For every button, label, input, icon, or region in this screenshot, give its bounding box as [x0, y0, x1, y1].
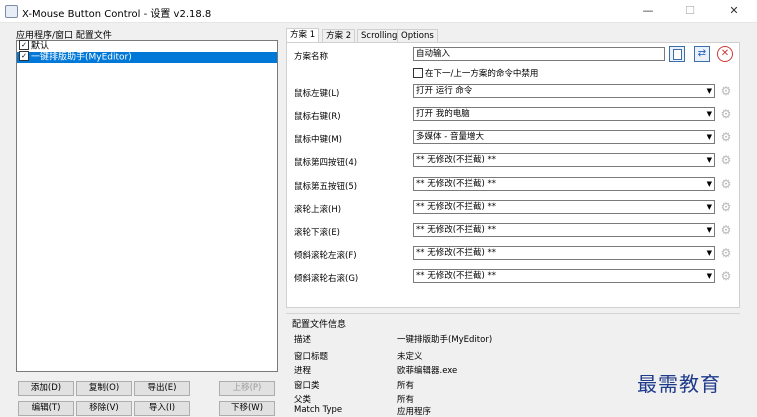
list-item-label: 默认 — [31, 41, 50, 52]
chevron-down-icon: ▼ — [706, 249, 712, 257]
gear-icon[interactable]: ⚙ — [719, 177, 733, 191]
row-label-button-5: 鼠标第五按钮(5) — [294, 182, 358, 192]
info-label-window-class: 窗口类 — [294, 381, 320, 391]
right-button-value: 打开 我的电脑 — [416, 109, 470, 119]
info-value-match-type: 应用程序 — [397, 407, 432, 417]
gear-icon[interactable]: ⚙ — [719, 223, 733, 237]
maximize-button[interactable]: ☐ — [669, 0, 711, 22]
profile-info-group — [286, 313, 740, 414]
close-button[interactable]: ✕ — [713, 0, 755, 22]
checkbox-checked-icon[interactable]: ✓ — [19, 40, 29, 50]
tilt-right-value: ** 无修改(不拦截) ** — [416, 271, 497, 281]
middle-button-value: 多媒体 - 音量增大 — [416, 132, 484, 142]
info-label-process: 进程 — [294, 366, 312, 376]
wheel-down-value: ** 无修改(不拦截) ** — [416, 225, 497, 235]
checkbox-unchecked-icon[interactable] — [413, 67, 423, 78]
right-button-select[interactable]: 打开 我的电脑 ▼ — [413, 107, 715, 121]
info-label-description: 描述 — [294, 335, 312, 345]
watermark-text: 最需教育 — [637, 372, 721, 396]
info-label-match-type: Match Type — [294, 405, 343, 415]
left-button-select[interactable]: 打开 运行 命令 ▼ — [413, 84, 715, 98]
info-value-process: 欧菲编辑器.exe — [397, 366, 458, 376]
row-label-tilt-right: 倾斜滚轮右滚(G) — [294, 274, 359, 284]
row-label-left-button: 鼠标左键(L) — [294, 89, 340, 99]
checkbox-checked-icon[interactable]: ✓ — [19, 51, 29, 61]
move-down-button[interactable]: 下移(W) — [219, 401, 275, 416]
window-title: X-Mouse Button Control - 设置 v2.18.8 — [22, 9, 212, 20]
chevron-down-icon: ▼ — [706, 226, 712, 234]
info-value-window-class: 所有 — [397, 381, 415, 391]
move-up-button[interactable]: 上移(P) — [219, 381, 275, 396]
gear-icon[interactable]: ⚙ — [719, 130, 733, 144]
copy-button[interactable]: 复制(O) — [76, 381, 132, 396]
row-label-right-button: 鼠标右键(R) — [294, 112, 341, 122]
wheel-up-select[interactable]: ** 无修改(不拦截) ** ▼ — [413, 200, 715, 214]
tab-scrolling[interactable]: Scrolling — [357, 29, 402, 43]
tilt-right-select[interactable]: ** 无修改(不拦截) ** ▼ — [413, 269, 715, 283]
title-bar: X-Mouse Button Control - 设置 v2.18.8 — ☐ … — [0, 0, 757, 23]
profile-list[interactable]: ✓ 默认 ✓ 一键排版助手(MyEditor) — [16, 40, 278, 372]
wheel-down-select[interactable]: ** 无修改(不拦截) ** ▼ — [413, 223, 715, 237]
scheme-name-input[interactable]: 自动输入 — [413, 47, 665, 61]
tilt-left-select[interactable]: ** 无修改(不拦截) ** ▼ — [413, 246, 715, 260]
row-label-wheel-up: 滚轮上滚(H) — [294, 205, 342, 215]
app-icon — [5, 5, 18, 18]
scheme-name-label: 方案名称 — [294, 52, 329, 62]
button-4-select[interactable]: ** 无修改(不拦截) ** ▼ — [413, 153, 715, 167]
remove-button[interactable]: 移除(V) — [76, 401, 132, 416]
info-label-parent-class: 父类 — [294, 395, 312, 405]
left-button-value: 打开 运行 命令 — [416, 86, 473, 96]
info-value-parent-class: 所有 — [397, 395, 415, 405]
row-label-tilt-left: 倾斜滚轮左滚(F) — [294, 251, 357, 261]
button-5-select[interactable]: ** 无修改(不拦截) ** ▼ — [413, 177, 715, 191]
gear-icon[interactable]: ⚙ — [719, 200, 733, 214]
gear-icon[interactable]: ⚙ — [719, 107, 733, 121]
wheel-up-value: ** 无修改(不拦截) ** — [416, 202, 497, 212]
button-5-value: ** 无修改(不拦截) ** — [416, 179, 497, 189]
chevron-down-icon: ▼ — [706, 203, 712, 211]
gear-icon[interactable]: ⚙ — [719, 246, 733, 260]
chevron-down-icon: ▼ — [706, 272, 712, 280]
list-item[interactable]: ✓ 一键排版助手(MyEditor) — [17, 51, 277, 63]
chevron-down-icon: ▼ — [706, 156, 712, 164]
tilt-left-value: ** 无修改(不拦截) ** — [416, 248, 497, 258]
middle-button-select[interactable]: 多媒体 - 音量增大 ▼ — [413, 130, 715, 144]
chevron-down-icon: ▼ — [706, 180, 712, 188]
edit-button[interactable]: 编辑(T) — [18, 401, 74, 416]
button-4-value: ** 无修改(不拦截) ** — [416, 155, 497, 165]
tab-options[interactable]: Options — [397, 29, 438, 43]
row-label-button-4: 鼠标第四按钮(4) — [294, 158, 358, 168]
add-button[interactable]: 添加(D) — [18, 381, 74, 396]
chevron-down-icon: ▼ — [706, 110, 712, 118]
delete-icon[interactable]: ✕ — [717, 46, 733, 62]
profile-info-title: 配置文件信息 — [292, 320, 347, 330]
gear-icon[interactable]: ⚙ — [719, 84, 733, 98]
swap-arrows-icon[interactable]: ⇄ — [694, 46, 710, 62]
disable-in-cycle-label: 在下一/上一方案的命令中禁用 — [425, 69, 539, 79]
list-item[interactable]: ✓ 默认 — [17, 40, 277, 52]
gear-icon[interactable]: ⚙ — [719, 153, 733, 167]
info-value-description: 一键排版助手(MyEditor) — [397, 335, 493, 345]
tab-scheme-1[interactable]: 方案 1 — [286, 28, 320, 43]
disable-in-cycle-checkbox[interactable]: 在下一/上一方案的命令中禁用 — [413, 67, 538, 79]
copy-scheme-icon[interactable] — [669, 46, 685, 62]
import-button[interactable]: 导入(I) — [134, 401, 190, 416]
tab-scheme-2[interactable]: 方案 2 — [322, 29, 356, 43]
row-label-middle-button: 鼠标中键(M) — [294, 135, 342, 145]
info-label-window-title: 窗口标题 — [294, 352, 329, 362]
gear-icon[interactable]: ⚙ — [719, 269, 733, 283]
minimize-button[interactable]: — — [627, 0, 669, 22]
chevron-down-icon: ▼ — [706, 87, 712, 95]
chevron-down-icon: ▼ — [706, 133, 712, 141]
export-button[interactable]: 导出(E) — [134, 381, 190, 396]
row-label-wheel-down: 滚轮下滚(E) — [294, 228, 341, 238]
info-value-window-title: 未定义 — [397, 352, 423, 362]
list-item-label: 一键排版助手(MyEditor) — [31, 52, 132, 63]
